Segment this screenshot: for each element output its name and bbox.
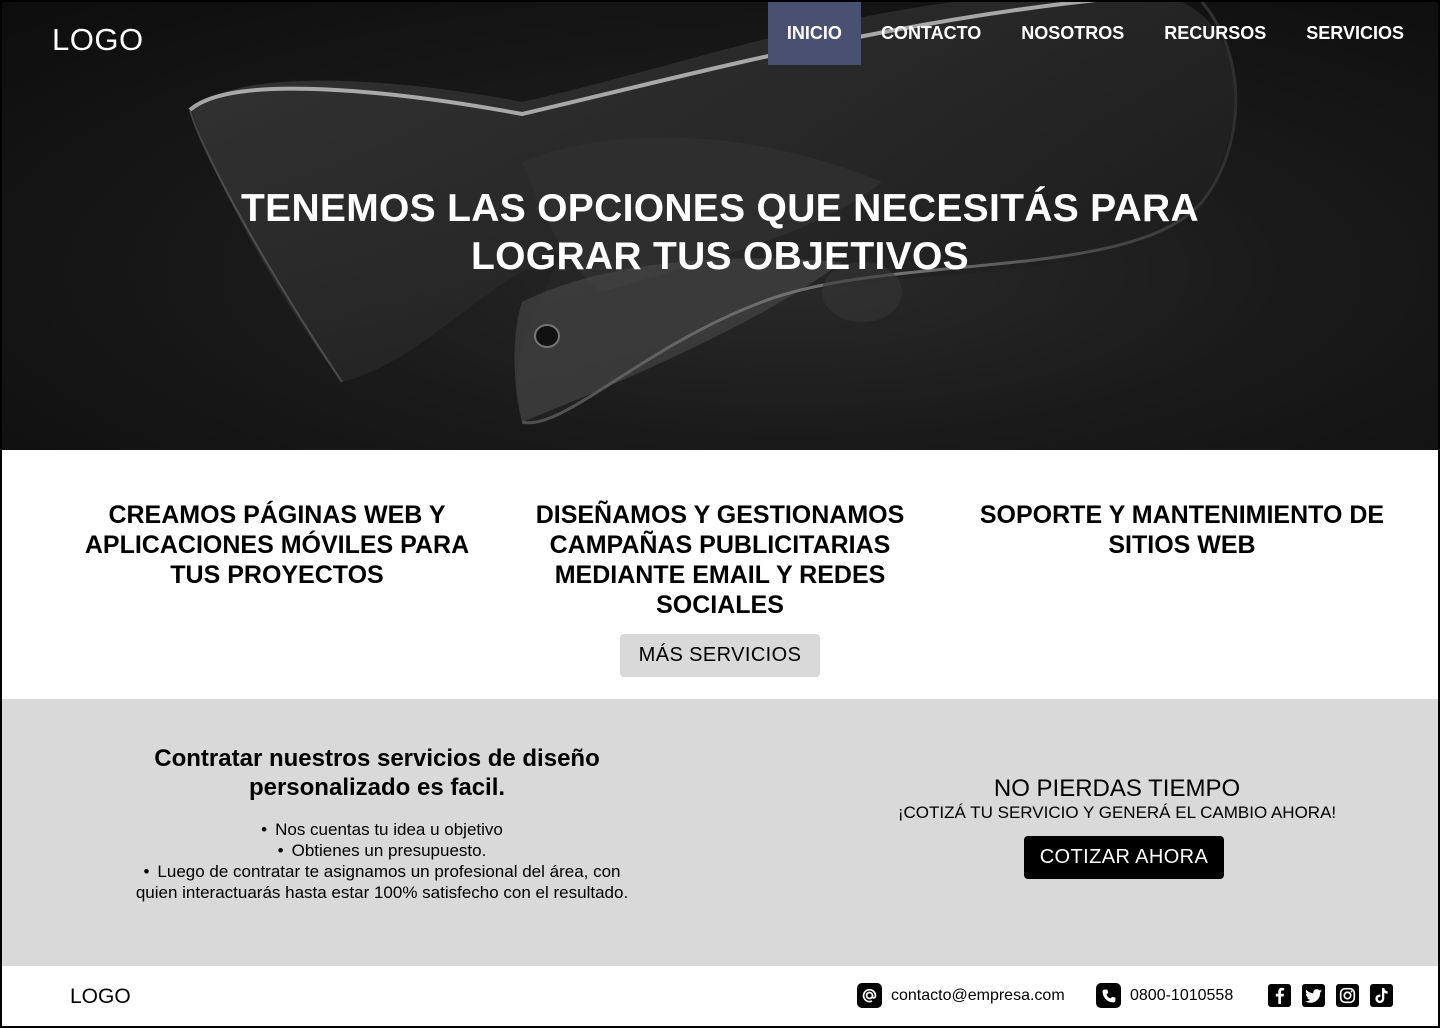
step-text: Nos cuentas tu idea u objetivo [275,820,503,839]
list-item: • Luego de contratar te asignamos un prof… [135,862,629,902]
header-logo[interactable]: LOGO [52,22,144,58]
footer-logo[interactable]: LOGO [70,985,131,1009]
quote-now-button[interactable]: COTIZAR AHORA [1024,836,1224,879]
at-sign-icon [857,983,882,1008]
service-campaigns: DISEÑAMOS Y GESTIONAMOS CAMPAÑAS PUBLICI… [535,501,905,619]
page: LOGO INICIO CONTACTO NOSOTROS RECURSOS S… [0,0,1440,1028]
social-links [1268,984,1393,1007]
footer-email-link[interactable]: contacto@empresa.com [857,983,1065,1008]
footer-phone-link[interactable]: 0800-1010558 [1096,983,1233,1008]
instagram-icon[interactable] [1336,984,1359,1007]
nav-item-inicio[interactable]: INICIO [767,2,861,65]
nav-item-servicios[interactable]: SERVICIOS [1286,2,1438,65]
nav-item-contacto[interactable]: CONTACTO [861,2,1001,65]
main-nav: INICIO CONTACTO NOSOTROS RECURSOS SERVIC… [767,2,1438,65]
list-item: • Obtienes un presupuesto. [277,841,487,860]
footer: LOGO contacto@empresa.com 0800-1010558 [2,966,1438,1026]
list-item: • Nos cuentas tu idea u objetivo [261,820,503,839]
step-text: Luego de contratar te asignamos un profe… [135,862,629,902]
cta-title: NO PIERDAS TIEMPO [993,775,1241,802]
process-section: Contratar nuestros servicios de diseño p… [2,699,1438,966]
services-section: CREAMOS PÁGINAS WEB Y APLICACIONES MÓVIL… [2,450,1438,699]
hero-section: LOGO INICIO CONTACTO NOSOTROS RECURSOS S… [2,2,1438,450]
footer-phone: 0800-1010558 [1130,986,1234,1004]
more-services-button[interactable]: MÁS SERVICIOS [620,634,820,677]
service-web-apps: CREAMOS PÁGINAS WEB Y APLICACIONES MÓVIL… [84,501,470,589]
tiktok-icon[interactable] [1370,984,1393,1007]
phone-icon [1096,983,1121,1008]
twitter-icon[interactable] [1302,984,1325,1007]
footer-email: contacto@empresa.com [891,986,1065,1004]
cta-subtitle: ¡COTIZÁ TU SERVICIO Y GENERÁ EL CAMBIO A… [897,803,1337,822]
process-title: Contratar nuestros servicios de diseño p… [154,745,600,801]
nav-item-recursos[interactable]: RECURSOS [1144,2,1286,65]
hero-title: TENEMOS LAS OPCIONES QUE NECESITÁS PARA … [2,185,1438,281]
process-steps-list: • Nos cuentas tu idea u objetivo • Obtiene… [122,819,642,903]
hero-title-line-2: LOGRAR TUS OBJETIVOS [471,235,969,278]
step-text: Obtienes un presupuesto. [291,841,487,860]
service-support: SOPORTE Y MANTENIMIENTO DE SITIOS WEB [979,501,1385,559]
nav-item-nosotros[interactable]: NOSOTROS [1001,2,1144,65]
hero-title-line-1: TENEMOS LAS OPCIONES QUE NECESITÁS PARA [241,187,1199,230]
facebook-icon[interactable] [1268,984,1291,1007]
